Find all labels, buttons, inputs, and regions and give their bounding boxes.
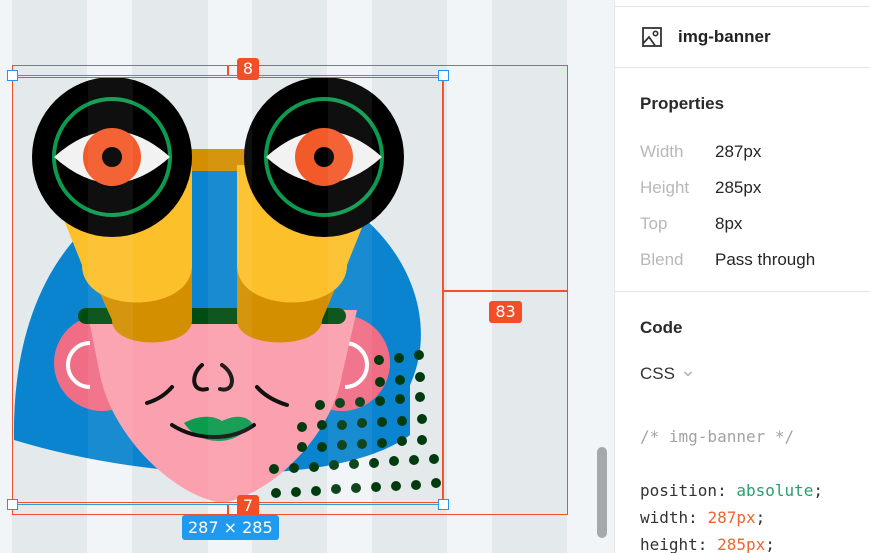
property-row-height: Height 285px — [640, 178, 761, 198]
code-value: 285px — [717, 535, 766, 553]
property-label: Top — [640, 214, 668, 233]
selection-size-badge: 287 × 285 — [182, 515, 279, 540]
resize-handle-bottom-left[interactable] — [7, 499, 18, 510]
spacing-top-line — [227, 65, 229, 75]
code-property: width — [640, 508, 689, 527]
divider — [615, 291, 870, 292]
code-property: position — [640, 481, 718, 500]
code-comment: /* img-banner */ — [640, 427, 795, 446]
layer-name: img-banner — [678, 27, 771, 46]
spacing-right-line — [443, 290, 567, 292]
image-icon — [642, 27, 662, 47]
design-canvas[interactable]: 8 83 7 287 × 285 — [0, 0, 614, 553]
property-row-top: Top 8px — [640, 214, 742, 234]
divider — [615, 6, 870, 7]
code-language-value: CSS — [640, 364, 675, 383]
property-value[interactable]: 8px — [715, 214, 742, 234]
spacing-top-badge: 8 — [237, 58, 259, 80]
resize-handle-top-right[interactable] — [438, 70, 449, 81]
chevron-down-icon — [684, 371, 692, 377]
code-value: absolute — [736, 481, 814, 500]
property-label: Height — [640, 178, 690, 197]
code-line[interactable]: position: absolute; — [640, 481, 823, 500]
spacing-bottom-badge: 7 — [237, 495, 259, 517]
property-row-width: Width 287px — [640, 142, 761, 162]
layer-header: img-banner — [641, 26, 771, 48]
element-outline — [12, 77, 443, 503]
properties-title: Properties — [640, 94, 725, 113]
code-language-select[interactable]: CSS — [640, 364, 693, 384]
property-row-blend: Blend Pass through — [640, 250, 815, 270]
property-value[interactable]: 285px — [715, 178, 761, 198]
code-property: height — [640, 535, 698, 553]
property-value[interactable]: Pass through — [715, 250, 815, 270]
divider — [615, 67, 870, 68]
spacing-right-badge: 83 — [489, 301, 522, 323]
code-line[interactable]: width: 287px; — [640, 508, 765, 527]
code-title: Code — [640, 318, 683, 337]
code-line[interactable]: height: 285px; — [640, 535, 775, 553]
inspect-panel: img-banner Properties Width 287px Height… — [614, 0, 870, 553]
property-value[interactable]: 287px — [715, 142, 761, 162]
property-label: Blend — [640, 250, 684, 269]
spacing-bottom-line — [227, 504, 229, 515]
resize-handle-top-left[interactable] — [7, 70, 18, 81]
canvas-scrollbar-thumb[interactable] — [597, 447, 607, 538]
property-label: Width — [640, 142, 684, 161]
code-value: 287px — [707, 508, 756, 527]
resize-handle-bottom-right[interactable] — [438, 499, 449, 510]
